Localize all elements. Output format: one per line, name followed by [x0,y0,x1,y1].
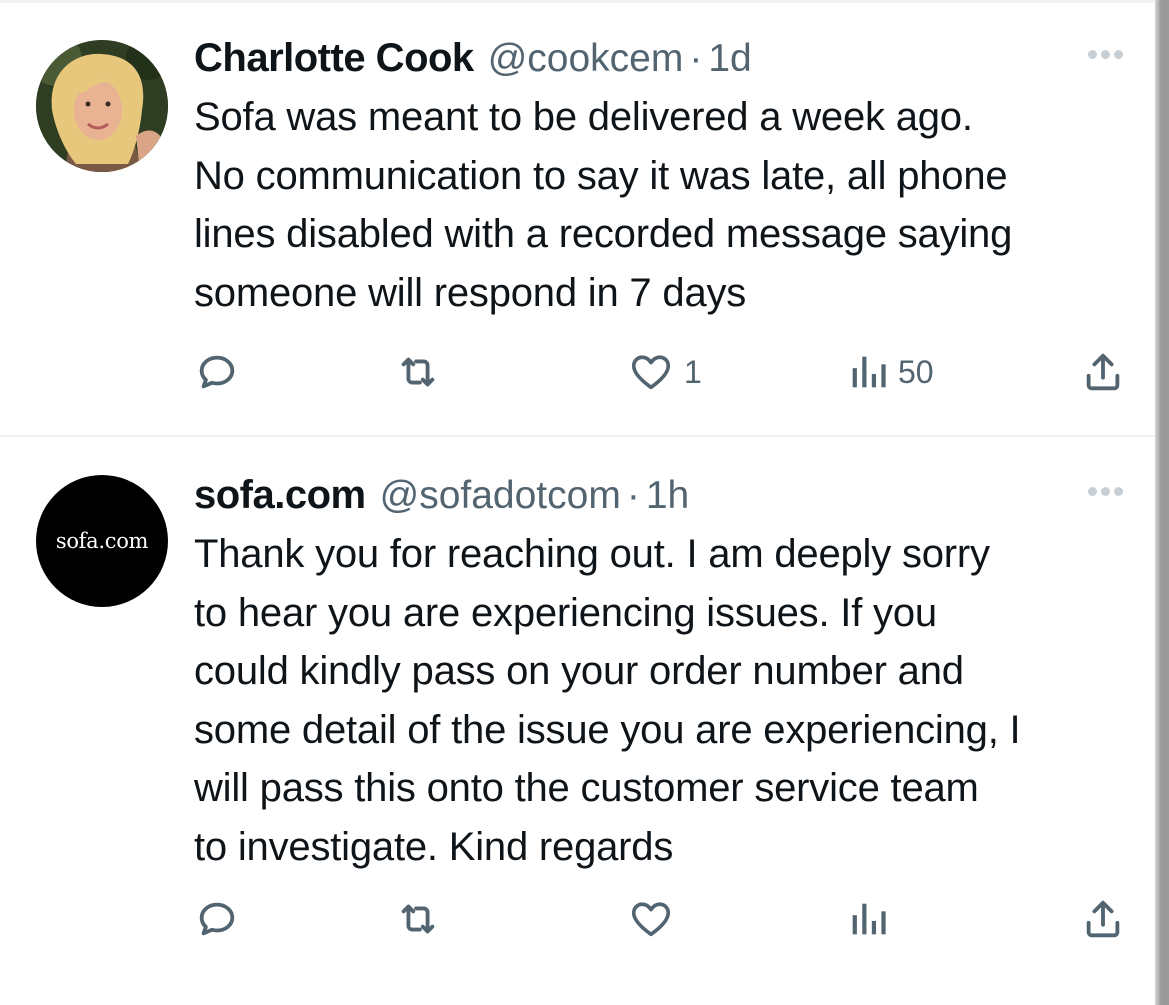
tweet-text-line: Sofa was meant to be delivered a week ag… [194,95,973,139]
share-button[interactable] [1080,347,1126,397]
author-name[interactable]: sofa.com [194,473,366,518]
share-button[interactable] [1080,894,1126,944]
more-options-icon[interactable] [1088,487,1123,496]
scrollbar[interactable] [1155,0,1169,1005]
tweet-text-line: could kindly pass on your order number a… [194,649,964,693]
tweet[interactable]: Charlotte Cook @cookcem · 1d Sofa was me… [0,0,1155,437]
tweet-actions [194,894,1130,944]
avatar[interactable] [36,40,168,172]
author-handle[interactable]: @cookcem [488,37,684,81]
tweet-content: sofa.com @sofadotcom · 1h Thank you for … [194,473,1125,876]
tweet-text: Sofa was meant to be delivered a week ag… [194,88,1125,322]
tweet-text-line: Thank you for reaching out. I am deeply … [194,532,990,576]
timestamp[interactable]: 1d [708,37,751,81]
tweet-text-line: someone will respond in 7 days [194,270,747,315]
tweet-content: Charlotte Cook @cookcem · 1d Sofa was me… [194,36,1125,322]
tweet-header: Charlotte Cook @cookcem · 1d [194,36,1125,86]
tweet-text-line: some detail of the issue you are experie… [194,707,1021,752]
views-count: 50 [898,353,934,390]
sofa-logo: sofa.com [55,529,149,553]
separator-dot: · [689,37,703,80]
like-button[interactable] [628,894,684,944]
reply-icon [199,902,235,936]
tweet[interactable]: sofa.com sofa.com @sofadotcom · 1h Thank… [0,437,1155,1005]
retweet-icon [401,904,435,934]
more-options-icon[interactable] [1088,50,1123,59]
views-bar-chart-icon [852,356,886,388]
tweet-text-line: No communication to say it was late, all… [194,153,1008,198]
tweet-actions: 1 50 [194,347,1130,397]
tweet-text-line: to investigate. Kind regards [194,824,674,869]
views-button[interactable]: 50 [848,347,934,397]
timestamp[interactable]: 1h [646,474,689,518]
share-icon [1086,900,1120,938]
timeline: Charlotte Cook @cookcem · 1d Sofa was me… [0,0,1169,1005]
separator-dot: · [626,474,640,517]
tweet-text-line: to hear you are experiencing issues. If … [194,590,937,635]
tweet-text-line: will pass this onto the customer service… [194,766,979,810]
views-bar-chart-icon [852,903,886,935]
heart-icon [631,355,671,390]
author-name[interactable]: Charlotte Cook [194,36,474,81]
reply-icon [199,355,235,389]
retweet-button[interactable] [394,347,442,397]
retweet-icon [401,357,435,387]
share-icon [1086,353,1120,391]
avatar[interactable]: sofa.com [36,475,168,607]
tweet-text: Thank you for reaching out. I am deeply … [194,525,1125,876]
like-count: 1 [684,353,702,390]
author-handle[interactable]: @sofadotcom [380,474,621,518]
views-button[interactable] [848,894,898,944]
tweet-text-line: lines disabled with a recorded message s… [194,212,1013,256]
person-photo-avatar-icon [36,40,168,172]
like-button[interactable]: 1 [628,347,702,397]
reply-button[interactable] [194,894,240,944]
tweet-header: sofa.com @sofadotcom · 1h [194,473,1125,523]
retweet-button[interactable] [394,894,442,944]
heart-icon [631,902,671,937]
reply-button[interactable] [194,347,240,397]
